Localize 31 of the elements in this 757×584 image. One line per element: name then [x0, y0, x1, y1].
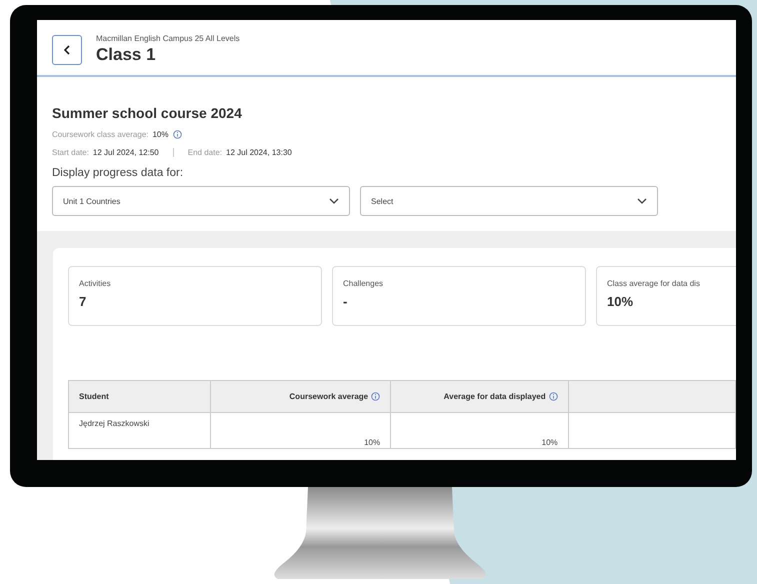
- filter-label: Display progress data for:: [52, 167, 184, 179]
- chevron-down-icon: [329, 198, 339, 204]
- back-icon: [63, 44, 71, 54]
- info-icon: [172, 130, 182, 139]
- stat-label: Class average for data dis: [607, 279, 701, 288]
- back-button[interactable]: [52, 34, 82, 64]
- column-header: Student: [68, 380, 211, 412]
- breadcrumb-text: Macmillan English Campus 25 All Levels: [96, 34, 240, 43]
- stat-value: 7: [79, 294, 88, 309]
- table-cell: 10%: [210, 412, 391, 448]
- chevron-down-icon: [637, 198, 647, 204]
- stat-value: -: [343, 294, 348, 309]
- average-label: Coursework class average:: [52, 130, 148, 139]
- column-header: Average for data displayed: [390, 380, 568, 412]
- start-date-value: 12 Jul 2024, 12:50: [92, 148, 159, 157]
- page-title: Class 1: [96, 45, 157, 65]
- dropdown[interactable]: Unit 1 Countries: [52, 186, 350, 216]
- end-date-label: End date:: [188, 148, 222, 157]
- stat-label: Activities: [79, 279, 112, 288]
- table-cell: 10%: [390, 412, 568, 448]
- info-icon: [548, 392, 558, 401]
- start-date-label: Start date:: [52, 148, 89, 157]
- end-date-value: 12 Jul 2024, 13:30: [226, 148, 292, 157]
- column-header: Coursework average: [210, 380, 391, 412]
- stat-value: 10%: [607, 294, 634, 309]
- dropdown[interactable]: Select: [360, 186, 658, 216]
- average-value: 10%: [152, 130, 168, 139]
- table-cell: Jędrzej Raszkowski: [68, 412, 211, 448]
- course-title: Summer school course 2024: [52, 105, 243, 121]
- info-icon: [371, 392, 380, 401]
- stat-label: Challenges: [343, 279, 384, 288]
